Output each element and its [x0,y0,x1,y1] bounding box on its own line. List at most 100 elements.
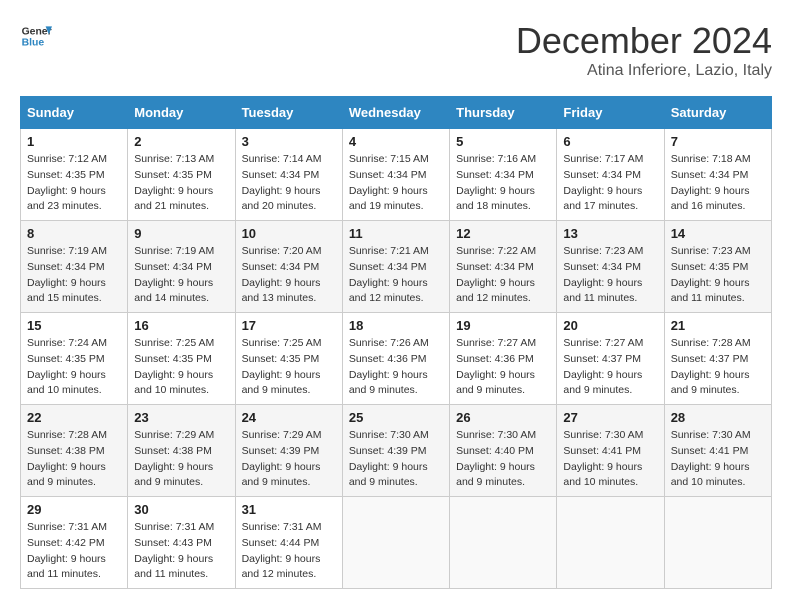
day-info: Sunrise: 7:16 AM Sunset: 4:34 PM Dayligh… [456,152,550,215]
day-info: Sunrise: 7:31 AM Sunset: 4:42 PM Dayligh… [27,520,121,583]
calendar-cell: 6 Sunrise: 7:17 AM Sunset: 4:34 PM Dayli… [557,129,664,221]
day-info: Sunrise: 7:23 AM Sunset: 4:35 PM Dayligh… [671,244,765,307]
calendar-cell [450,497,557,589]
day-info: Sunrise: 7:29 AM Sunset: 4:39 PM Dayligh… [242,428,336,491]
calendar-cell: 21 Sunrise: 7:28 AM Sunset: 4:37 PM Dayl… [664,313,771,405]
day-number: 20 [563,318,657,333]
day-info: Sunrise: 7:15 AM Sunset: 4:34 PM Dayligh… [349,152,443,215]
day-info: Sunrise: 7:25 AM Sunset: 4:35 PM Dayligh… [242,336,336,399]
logo-icon: General Blue [20,20,52,52]
day-info: Sunrise: 7:29 AM Sunset: 4:38 PM Dayligh… [134,428,228,491]
day-info: Sunrise: 7:21 AM Sunset: 4:34 PM Dayligh… [349,244,443,307]
calendar-cell: 3 Sunrise: 7:14 AM Sunset: 4:34 PM Dayli… [235,129,342,221]
day-info: Sunrise: 7:28 AM Sunset: 4:38 PM Dayligh… [27,428,121,491]
day-number: 21 [671,318,765,333]
day-number: 9 [134,226,228,241]
day-number: 7 [671,134,765,149]
day-number: 5 [456,134,550,149]
day-info: Sunrise: 7:14 AM Sunset: 4:34 PM Dayligh… [242,152,336,215]
day-number: 6 [563,134,657,149]
calendar-cell: 25 Sunrise: 7:30 AM Sunset: 4:39 PM Dayl… [342,405,449,497]
calendar-cell: 8 Sunrise: 7:19 AM Sunset: 4:34 PM Dayli… [21,221,128,313]
calendar-week-row: 8 Sunrise: 7:19 AM Sunset: 4:34 PM Dayli… [21,221,772,313]
calendar-week-row: 15 Sunrise: 7:24 AM Sunset: 4:35 PM Dayl… [21,313,772,405]
calendar-cell: 31 Sunrise: 7:31 AM Sunset: 4:44 PM Dayl… [235,497,342,589]
day-number: 25 [349,410,443,425]
day-info: Sunrise: 7:31 AM Sunset: 4:44 PM Dayligh… [242,520,336,583]
day-info: Sunrise: 7:20 AM Sunset: 4:34 PM Dayligh… [242,244,336,307]
title-area: December 2024 Atina Inferiore, Lazio, It… [516,20,772,80]
day-number: 17 [242,318,336,333]
col-wednesday: Wednesday [342,97,449,129]
calendar-cell: 11 Sunrise: 7:21 AM Sunset: 4:34 PM Dayl… [342,221,449,313]
day-number: 13 [563,226,657,241]
day-number: 4 [349,134,443,149]
calendar-cell: 23 Sunrise: 7:29 AM Sunset: 4:38 PM Dayl… [128,405,235,497]
day-number: 8 [27,226,121,241]
calendar-cell: 15 Sunrise: 7:24 AM Sunset: 4:35 PM Dayl… [21,313,128,405]
calendar-cell: 14 Sunrise: 7:23 AM Sunset: 4:35 PM Dayl… [664,221,771,313]
day-info: Sunrise: 7:19 AM Sunset: 4:34 PM Dayligh… [134,244,228,307]
calendar-week-row: 22 Sunrise: 7:28 AM Sunset: 4:38 PM Dayl… [21,405,772,497]
day-info: Sunrise: 7:23 AM Sunset: 4:34 PM Dayligh… [563,244,657,307]
day-number: 26 [456,410,550,425]
calendar-cell: 2 Sunrise: 7:13 AM Sunset: 4:35 PM Dayli… [128,129,235,221]
day-number: 10 [242,226,336,241]
calendar-cell: 26 Sunrise: 7:30 AM Sunset: 4:40 PM Dayl… [450,405,557,497]
calendar-cell: 24 Sunrise: 7:29 AM Sunset: 4:39 PM Dayl… [235,405,342,497]
calendar-table: Sunday Monday Tuesday Wednesday Thursday… [20,96,772,589]
calendar-cell [342,497,449,589]
day-number: 28 [671,410,765,425]
col-monday: Monday [128,97,235,129]
calendar-cell: 9 Sunrise: 7:19 AM Sunset: 4:34 PM Dayli… [128,221,235,313]
day-number: 31 [242,502,336,517]
calendar-cell: 4 Sunrise: 7:15 AM Sunset: 4:34 PM Dayli… [342,129,449,221]
calendar-cell: 1 Sunrise: 7:12 AM Sunset: 4:35 PM Dayli… [21,129,128,221]
day-number: 23 [134,410,228,425]
calendar-cell [664,497,771,589]
day-number: 3 [242,134,336,149]
location-title: Atina Inferiore, Lazio, Italy [516,62,772,80]
calendar-cell [557,497,664,589]
calendar-cell: 30 Sunrise: 7:31 AM Sunset: 4:43 PM Dayl… [128,497,235,589]
day-info: Sunrise: 7:25 AM Sunset: 4:35 PM Dayligh… [134,336,228,399]
day-number: 19 [456,318,550,333]
calendar-header-row: Sunday Monday Tuesday Wednesday Thursday… [21,97,772,129]
day-info: Sunrise: 7:27 AM Sunset: 4:37 PM Dayligh… [563,336,657,399]
header: General Blue December 2024 Atina Inferio… [20,20,772,80]
day-info: Sunrise: 7:17 AM Sunset: 4:34 PM Dayligh… [563,152,657,215]
day-info: Sunrise: 7:18 AM Sunset: 4:34 PM Dayligh… [671,152,765,215]
day-info: Sunrise: 7:30 AM Sunset: 4:41 PM Dayligh… [671,428,765,491]
col-thursday: Thursday [450,97,557,129]
day-number: 1 [27,134,121,149]
day-number: 12 [456,226,550,241]
day-number: 22 [27,410,121,425]
day-number: 16 [134,318,228,333]
calendar-week-row: 29 Sunrise: 7:31 AM Sunset: 4:42 PM Dayl… [21,497,772,589]
calendar-cell: 5 Sunrise: 7:16 AM Sunset: 4:34 PM Dayli… [450,129,557,221]
col-tuesday: Tuesday [235,97,342,129]
calendar-cell: 17 Sunrise: 7:25 AM Sunset: 4:35 PM Dayl… [235,313,342,405]
day-number: 18 [349,318,443,333]
calendar-cell: 28 Sunrise: 7:30 AM Sunset: 4:41 PM Dayl… [664,405,771,497]
day-info: Sunrise: 7:19 AM Sunset: 4:34 PM Dayligh… [27,244,121,307]
day-number: 29 [27,502,121,517]
day-info: Sunrise: 7:27 AM Sunset: 4:36 PM Dayligh… [456,336,550,399]
day-info: Sunrise: 7:12 AM Sunset: 4:35 PM Dayligh… [27,152,121,215]
calendar-cell: 7 Sunrise: 7:18 AM Sunset: 4:34 PM Dayli… [664,129,771,221]
calendar-cell: 16 Sunrise: 7:25 AM Sunset: 4:35 PM Dayl… [128,313,235,405]
day-info: Sunrise: 7:30 AM Sunset: 4:41 PM Dayligh… [563,428,657,491]
calendar-cell: 12 Sunrise: 7:22 AM Sunset: 4:34 PM Dayl… [450,221,557,313]
calendar-cell: 27 Sunrise: 7:30 AM Sunset: 4:41 PM Dayl… [557,405,664,497]
calendar-cell: 22 Sunrise: 7:28 AM Sunset: 4:38 PM Dayl… [21,405,128,497]
day-number: 30 [134,502,228,517]
day-info: Sunrise: 7:30 AM Sunset: 4:39 PM Dayligh… [349,428,443,491]
day-number: 11 [349,226,443,241]
col-friday: Friday [557,97,664,129]
month-title: December 2024 [516,20,772,62]
calendar-cell: 13 Sunrise: 7:23 AM Sunset: 4:34 PM Dayl… [557,221,664,313]
day-info: Sunrise: 7:13 AM Sunset: 4:35 PM Dayligh… [134,152,228,215]
logo: General Blue [20,20,52,52]
calendar-cell: 19 Sunrise: 7:27 AM Sunset: 4:36 PM Dayl… [450,313,557,405]
col-sunday: Sunday [21,97,128,129]
